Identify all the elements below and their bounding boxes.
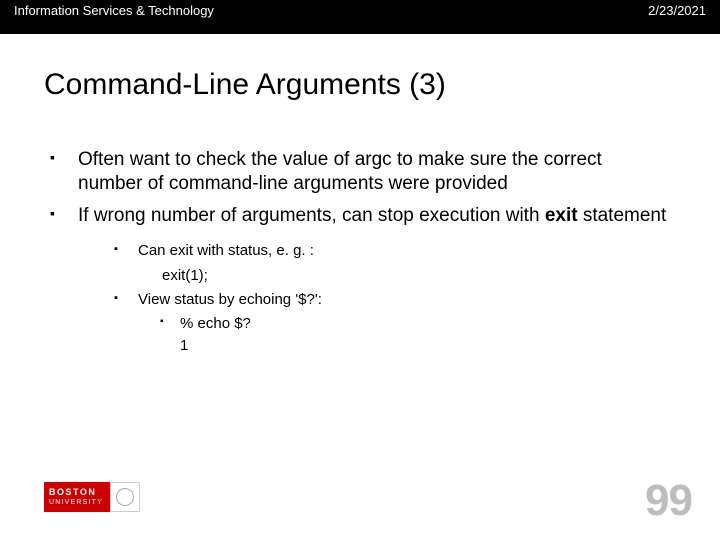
slide-title: Command-Line Arguments (3) (0, 34, 720, 102)
code-exit: exit(1); (138, 267, 208, 284)
code-result: 1 (160, 336, 670, 356)
slide: Information Services & Technology 2/23/2… (0, 0, 720, 540)
bullet-2-bold: exit (545, 205, 578, 226)
sub-bullet-2-nest: % echo $? 1 (114, 314, 670, 357)
boston-university-logo: BOSTON UNIVERSITY (44, 482, 142, 512)
sub-bullet-1-code: exit(1); (114, 266, 670, 286)
sub-bullet-1: Can exit with status, e. g. : (114, 241, 670, 261)
slide-body: Often want to check the value of argc to… (0, 102, 720, 357)
page-number: 99 (645, 476, 692, 526)
bullet-2-pre: If wrong number of arguments, can stop e… (78, 205, 545, 226)
sub-bullet-2: View status by echoing '$?': (114, 290, 670, 310)
seal-icon (116, 488, 134, 506)
bullet-2: If wrong number of arguments, can stop e… (50, 204, 670, 357)
bullet-1: Often want to check the value of argc to… (50, 148, 670, 196)
logo-line1: BOSTON (49, 488, 110, 497)
logo-seal (110, 482, 140, 512)
header-left: Information Services & Technology (14, 3, 214, 18)
code-echo: % echo $? (160, 314, 670, 334)
header-bar: Information Services & Technology 2/23/2… (0, 0, 720, 34)
logo-red-block: BOSTON UNIVERSITY (44, 482, 110, 512)
logo-line2: UNIVERSITY (49, 499, 110, 506)
header-date: 2/23/2021 (648, 3, 706, 18)
bullet-2-post: statement (578, 205, 667, 226)
